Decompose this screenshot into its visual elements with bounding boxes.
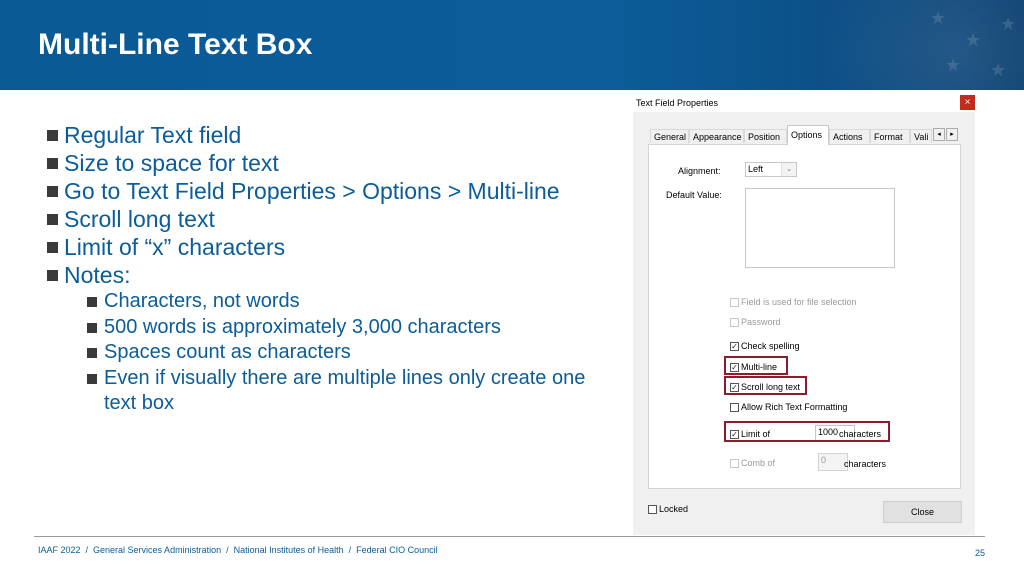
check-spelling-label: Check spelling [741, 341, 800, 351]
text-field-properties-dialog: Text Field Properties × General Appearan… [631, 92, 977, 535]
chevron-down-icon: ⌄ [781, 163, 796, 176]
dialog-body: General Appearance Position Options Acti… [633, 112, 975, 535]
star-icon: ★ [965, 30, 982, 50]
alignment-label: Alignment: [678, 166, 721, 176]
bullet-text: Size to space for text [64, 150, 279, 176]
bullet-marker [87, 348, 97, 358]
star-icon: ★ [990, 60, 1007, 80]
file-selection-label: Field is used for file selection [741, 297, 857, 307]
footer-text: IAAF 2022 / General Services Administrat… [38, 545, 438, 555]
star-icon: ★ [930, 8, 947, 28]
tab-validate[interactable]: Vali [910, 129, 932, 143]
tab-position[interactable]: Position [744, 129, 787, 143]
options-panel: Alignment: Left ⌄ Default Value: Field i… [648, 144, 961, 489]
tab-format[interactable]: Format [870, 129, 910, 143]
star-icon: ★ [945, 55, 962, 75]
title-banner: ★ ★ ★ ★ ★ Multi-Line Text Box [0, 0, 1024, 90]
bullet-text: Regular Text field [64, 122, 242, 148]
tab-scroll-right-icon[interactable]: ▸ [946, 128, 958, 141]
bullet-item: Go to Text Field Properties > Options > … [46, 177, 606, 205]
bullet-text: Notes: [64, 262, 131, 288]
tab-options[interactable]: Options [787, 125, 829, 145]
bullet-text: Go to Text Field Properties > Options > … [64, 178, 560, 204]
file-selection-checkbox[interactable] [730, 298, 739, 307]
bullet-item: Notes: [46, 261, 606, 289]
bullet-item: Size to space for text [46, 149, 606, 177]
tab-scroll-left-icon[interactable]: ◂ [933, 128, 945, 141]
comb-suffix-label: characters [844, 459, 887, 469]
bullet-marker [47, 186, 58, 197]
bullet-text: Scroll long text [64, 206, 215, 232]
sub-bullet-text: Characters, not words [104, 290, 300, 312]
locked-label: Locked [659, 504, 689, 514]
password-label: Password [741, 317, 781, 327]
comb-of-checkbox[interactable] [730, 459, 739, 468]
bullet-item: Scroll long text [46, 205, 606, 233]
bullet-marker [47, 130, 58, 141]
sub-bullet-text: Spaces count as characters [104, 341, 351, 363]
star-icon: ★ [1000, 14, 1017, 34]
tab-actions[interactable]: Actions [829, 129, 870, 143]
bullet-marker [47, 214, 58, 225]
password-checkbox[interactable] [730, 318, 739, 327]
rich-text-label: Allow Rich Text Formatting [741, 402, 848, 412]
bullet-text: Limit of “x” characters [64, 234, 286, 260]
sub-bullet-text: Even if visually there are multiple line… [104, 366, 586, 415]
bullet-item: Limit of “x” characters [46, 233, 606, 261]
close-icon[interactable]: × [960, 95, 975, 110]
rich-text-checkbox[interactable] [730, 403, 739, 412]
alignment-select[interactable]: Left ⌄ [745, 162, 797, 177]
slide-title: Multi-Line Text Box [38, 28, 313, 61]
bullet-marker [87, 373, 97, 384]
bullet-list: Regular Text field Size to space for tex… [46, 121, 606, 417]
default-value-field[interactable] [745, 188, 895, 268]
sub-bullet-item: Even if visually there are multiple line… [46, 366, 606, 417]
sub-bullet-item: 500 words is approximately 3,000 charact… [46, 315, 606, 341]
default-value-label: Default Value: [666, 190, 722, 200]
close-button[interactable]: Close [883, 501, 962, 523]
limit-of-highlight [724, 421, 890, 442]
bullet-marker [47, 270, 58, 281]
bullet-item: Regular Text field [46, 121, 606, 149]
comb-of-label: Comb of [741, 458, 776, 468]
tab-general[interactable]: General [650, 129, 689, 143]
locked-checkbox[interactable] [648, 505, 657, 514]
bullet-marker [47, 242, 58, 253]
bullet-marker [87, 297, 97, 307]
sub-bullet-item: Spaces count as characters [46, 340, 606, 366]
footer-divider [34, 536, 985, 537]
page-number: 25 [975, 548, 986, 558]
sub-bullet-text: 500 words is approximately 3,000 charact… [104, 315, 501, 338]
bullet-marker [47, 158, 58, 169]
multi-line-highlight [724, 356, 788, 375]
scroll-long-text-highlight [724, 376, 807, 395]
alignment-value: Left [748, 164, 764, 174]
tab-appearance[interactable]: Appearance [689, 129, 744, 143]
bullet-marker [87, 322, 97, 333]
tab-strip: General Appearance Position Options Acti… [650, 125, 960, 145]
sub-bullet-item: Characters, not words [46, 289, 606, 315]
check-spelling-checkbox[interactable]: ✓ [730, 342, 739, 351]
dialog-title: Text Field Properties [636, 98, 719, 108]
